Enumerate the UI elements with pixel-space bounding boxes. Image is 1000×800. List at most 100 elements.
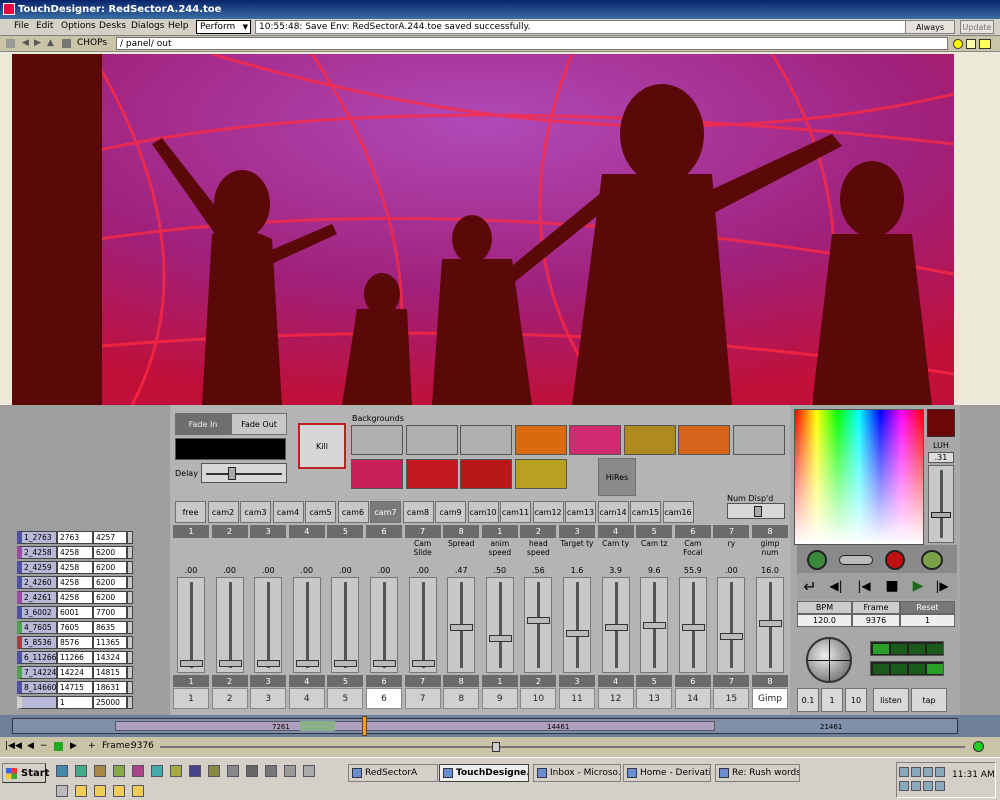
channel-fader[interactable] [370,577,398,673]
table-cell-end[interactable]: 14324 [93,651,127,664]
channel-fader[interactable] [756,577,784,673]
channel-fader[interactable] [524,577,553,673]
background-swatch[interactable] [569,425,621,455]
table-row-arrow-icon[interactable] [127,636,133,649]
background-swatch[interactable] [351,459,403,489]
skip-start-icon[interactable]: |◀◀ [5,741,22,751]
channel-preset-button[interactable]: 15 [713,688,750,709]
channel-fader-handle[interactable] [604,623,628,631]
quick-launch-icon[interactable] [75,765,87,777]
luminance-slider[interactable] [928,465,954,543]
channel-preset-button[interactable]: 12 [597,688,634,709]
tempo-button-1[interactable]: 1 [821,688,843,712]
rewind-icon[interactable]: |◀ [853,576,875,596]
back-arrow-icon[interactable]: ◀ [22,39,31,48]
quick-launch-icon[interactable] [94,765,106,777]
table-cell-end[interactable]: 25000 [93,696,127,709]
frame-value[interactable]: 9376 [131,741,154,751]
menu-dialogs[interactable]: Dialogs [131,21,164,31]
channel-preset-button[interactable]: 8 [443,688,480,709]
table-row[interactable]: 5_8536 8576 11365 [17,636,133,650]
table-cell-name[interactable]: 2_4259 [17,561,57,574]
table-cell-start[interactable]: 4258 [57,576,93,589]
background-swatch[interactable] [623,425,676,455]
num-displayed-handle[interactable] [754,506,762,517]
channel-fader[interactable] [717,577,746,673]
square-icon[interactable] [966,39,976,49]
table-row[interactable]: 1 25000 [17,696,133,710]
channel-preset-button[interactable]: 5 [327,688,364,709]
channel-fader-handle[interactable] [450,624,474,632]
tempo-button-0[interactable]: 0.1 [797,688,819,712]
channel-preset-button[interactable]: 6 [366,688,402,709]
channel-preset-button[interactable]: 1 [173,688,209,709]
taskbar-task-button[interactable]: Home - Derivati... [623,764,711,782]
reset-button[interactable]: Reset [900,601,955,614]
color-value[interactable]: .31 [928,452,954,463]
table-cell-end[interactable]: 7700 [93,606,127,619]
channel-fader-handle[interactable] [411,660,435,667]
table-cell-start[interactable]: 14224 [57,666,93,679]
stop-icon[interactable] [54,742,63,751]
channel-fader-handle[interactable] [566,629,589,637]
kill-button[interactable]: Kill [298,423,346,469]
play-icon[interactable]: ▶ [70,741,77,751]
jog-wheel-icon[interactable] [806,637,852,683]
record-icon[interactable] [885,550,905,570]
taskbar-task-button[interactable]: Inbox - Microso... [533,764,621,782]
tray-icon[interactable] [923,767,933,777]
background-swatch[interactable] [514,425,567,455]
table-cell-start[interactable]: 2763 [57,531,93,544]
table-row[interactable]: 6_11266 11266 14324 [17,651,133,665]
cam-button-cam10[interactable]: cam10 [467,501,499,523]
table-cell-name[interactable]: 8_14660 [17,681,57,694]
table-cell-start[interactable]: 11266 [57,651,93,664]
background-swatch[interactable] [460,425,512,455]
channel-preset-button[interactable]: 7 [404,688,441,709]
table-cell-name[interactable]: 3_6002 [17,606,57,619]
folder-icon[interactable] [113,785,125,797]
tray-icon[interactable] [911,781,921,791]
table-cell-start[interactable]: 1 [57,696,93,709]
table-row[interactable]: 7_14224 14224 14815 [17,666,133,680]
tempo-button-4[interactable]: tap [911,688,947,712]
table-cell-start[interactable]: 14715 [57,681,93,694]
cam-button-cam5[interactable]: cam5 [305,501,336,523]
table-row-arrow-icon[interactable] [127,546,133,559]
cam-button-cam3[interactable]: cam3 [240,501,271,523]
folder-icon[interactable] [94,785,106,797]
table-cell-end[interactable]: 6200 [93,561,127,574]
table-cell-name[interactable]: 2_4261 [17,591,57,604]
channel-fader[interactable] [177,577,205,673]
folder-icon[interactable] [75,785,87,797]
table-row-arrow-icon[interactable] [127,531,133,544]
num-displayed-slider[interactable] [727,503,785,519]
quick-launch-icon[interactable] [303,765,315,777]
return-icon[interactable]: ↵ [799,576,821,596]
quick-launch-icon[interactable] [265,765,277,777]
channel-fader[interactable] [254,577,283,673]
network-path-field[interactable]: / panel/ out [116,37,948,50]
channel-fader-handle[interactable] [180,660,203,667]
step-forward-icon[interactable]: |▶ [931,576,953,596]
channel-fader-handle[interactable] [373,660,396,667]
realtime-indicator-icon[interactable] [973,741,984,752]
folder-icon[interactable] [132,785,144,797]
channel-preset-button[interactable]: 11 [559,688,595,709]
table-row[interactable]: 1_2763 2763 4257 [17,531,133,545]
stop-icon[interactable]: ■ [881,576,903,596]
channel-fader[interactable] [563,577,591,673]
table-cell-end[interactable]: 6200 [93,591,127,604]
channel-preset-button[interactable]: 14 [674,688,711,709]
timeline-playhead[interactable] [362,716,367,736]
quick-launch-icon[interactable] [246,765,258,777]
cam-button-cam12[interactable]: cam12 [532,501,564,523]
tempo-button-2[interactable]: 10 [845,688,867,712]
channel-fader-handle[interactable] [681,623,705,631]
update-button[interactable]: Update [960,20,994,34]
quick-launch-icon[interactable] [56,765,68,777]
quick-launch-icon[interactable] [151,765,163,777]
table-row[interactable]: 4_7605 7605 8635 [17,621,133,635]
frame-scrub-handle[interactable] [492,742,500,752]
table-cell-end[interactable]: 11365 [93,636,127,649]
